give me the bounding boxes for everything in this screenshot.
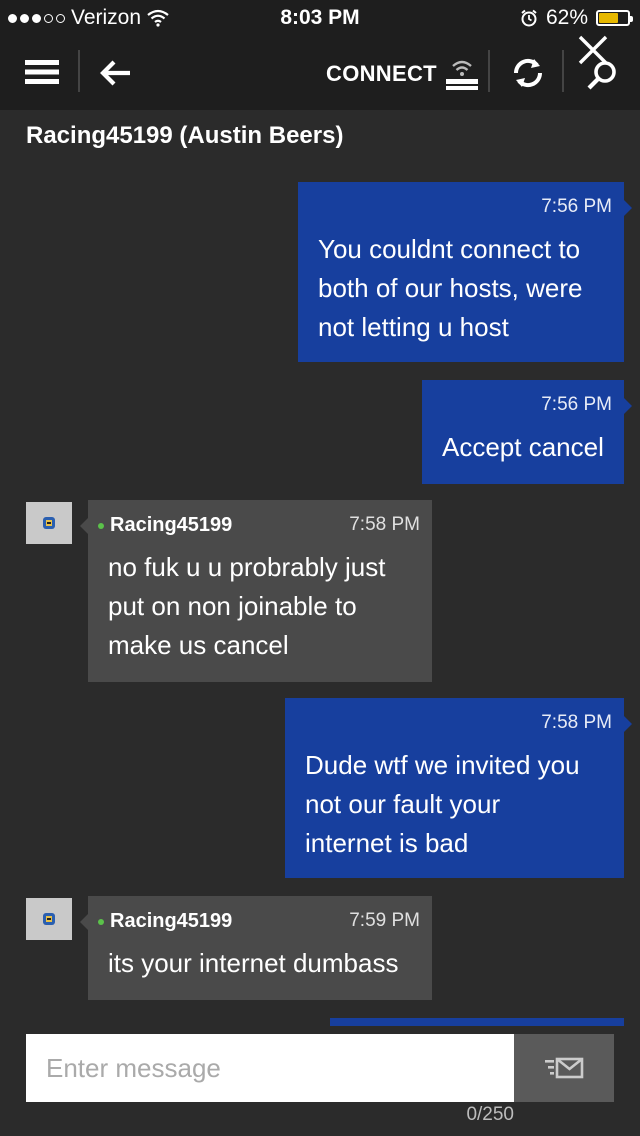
app-toolbar: CONNECT: [0, 35, 640, 110]
toolbar-divider: [488, 50, 490, 92]
alarm-icon: [521, 9, 537, 27]
message-input[interactable]: [26, 1034, 514, 1102]
message-text: Accept cancel: [442, 432, 604, 462]
menu-icon[interactable]: [22, 52, 62, 92]
character-counter: 0/250: [466, 1104, 514, 1125]
message-timestamp: 7:59 PM: [349, 910, 420, 931]
back-arrow-icon[interactable]: [96, 54, 136, 92]
message-timestamp: 7:58 PM: [349, 514, 420, 535]
message-sender[interactable]: Racing45199: [98, 910, 232, 933]
send-button[interactable]: [514, 1034, 614, 1102]
refresh-icon[interactable]: [506, 52, 550, 94]
message-text: Dude wtf we invited you not our fault yo…: [305, 750, 580, 858]
message-timestamp: 7:56 PM: [541, 394, 612, 415]
console-wifi-icon: [445, 60, 478, 90]
conversation-title: Racing45199 (Austin Beers): [26, 122, 344, 149]
incoming-message-bubble[interactable]: Racing45199 7:58 PM no fuk u u probrably…: [80, 500, 432, 682]
gamerpic-icon: [43, 517, 55, 529]
message-text: its your internet dumbass: [108, 948, 399, 978]
message-timestamp: 7:58 PM: [541, 712, 612, 733]
message-sender[interactable]: Racing45199: [98, 514, 232, 537]
status-right: 62%: [520, 6, 633, 30]
avatar[interactable]: [26, 898, 72, 940]
online-status-dot: [98, 918, 104, 925]
incoming-message-bubble[interactable]: Racing45199 7:59 PM its your internet du…: [80, 896, 432, 1000]
message-text: no fuk u u probrably just put on non joi…: [108, 552, 386, 660]
toolbar-divider: [562, 50, 564, 92]
message-text: You couldnt connect to both of our hosts…: [318, 234, 583, 342]
battery-icon: [596, 10, 633, 26]
online-status-dot: [98, 522, 104, 529]
outgoing-message-bubble[interactable]: 7:56 PM You couldnt connect to both of o…: [298, 182, 632, 362]
outgoing-message-bubble[interactable]: 7:56 PM Accept cancel: [422, 380, 632, 484]
sender-gamertag: Racing45199: [110, 514, 233, 536]
message-timestamp: 7:56 PM: [541, 196, 612, 217]
gamerpic-icon: [43, 913, 55, 925]
outgoing-message-bubble[interactable]: 7:58 PM Dude wtf we invited you not our …: [285, 698, 632, 878]
status-bar: Verizon 8:03 PM 62%: [0, 0, 640, 36]
connect-button[interactable]: CONNECT: [326, 56, 479, 92]
sender-gamertag: Racing45199: [110, 910, 233, 932]
avatar[interactable]: [26, 502, 72, 544]
send-message-icon: [545, 1057, 584, 1079]
close-icon[interactable]: [572, 30, 614, 70]
battery-percent: 62%: [545, 6, 588, 29]
connect-label: CONNECT: [326, 61, 437, 86]
toolbar-divider: [78, 50, 80, 92]
message-composer: 0/250: [0, 1026, 640, 1136]
